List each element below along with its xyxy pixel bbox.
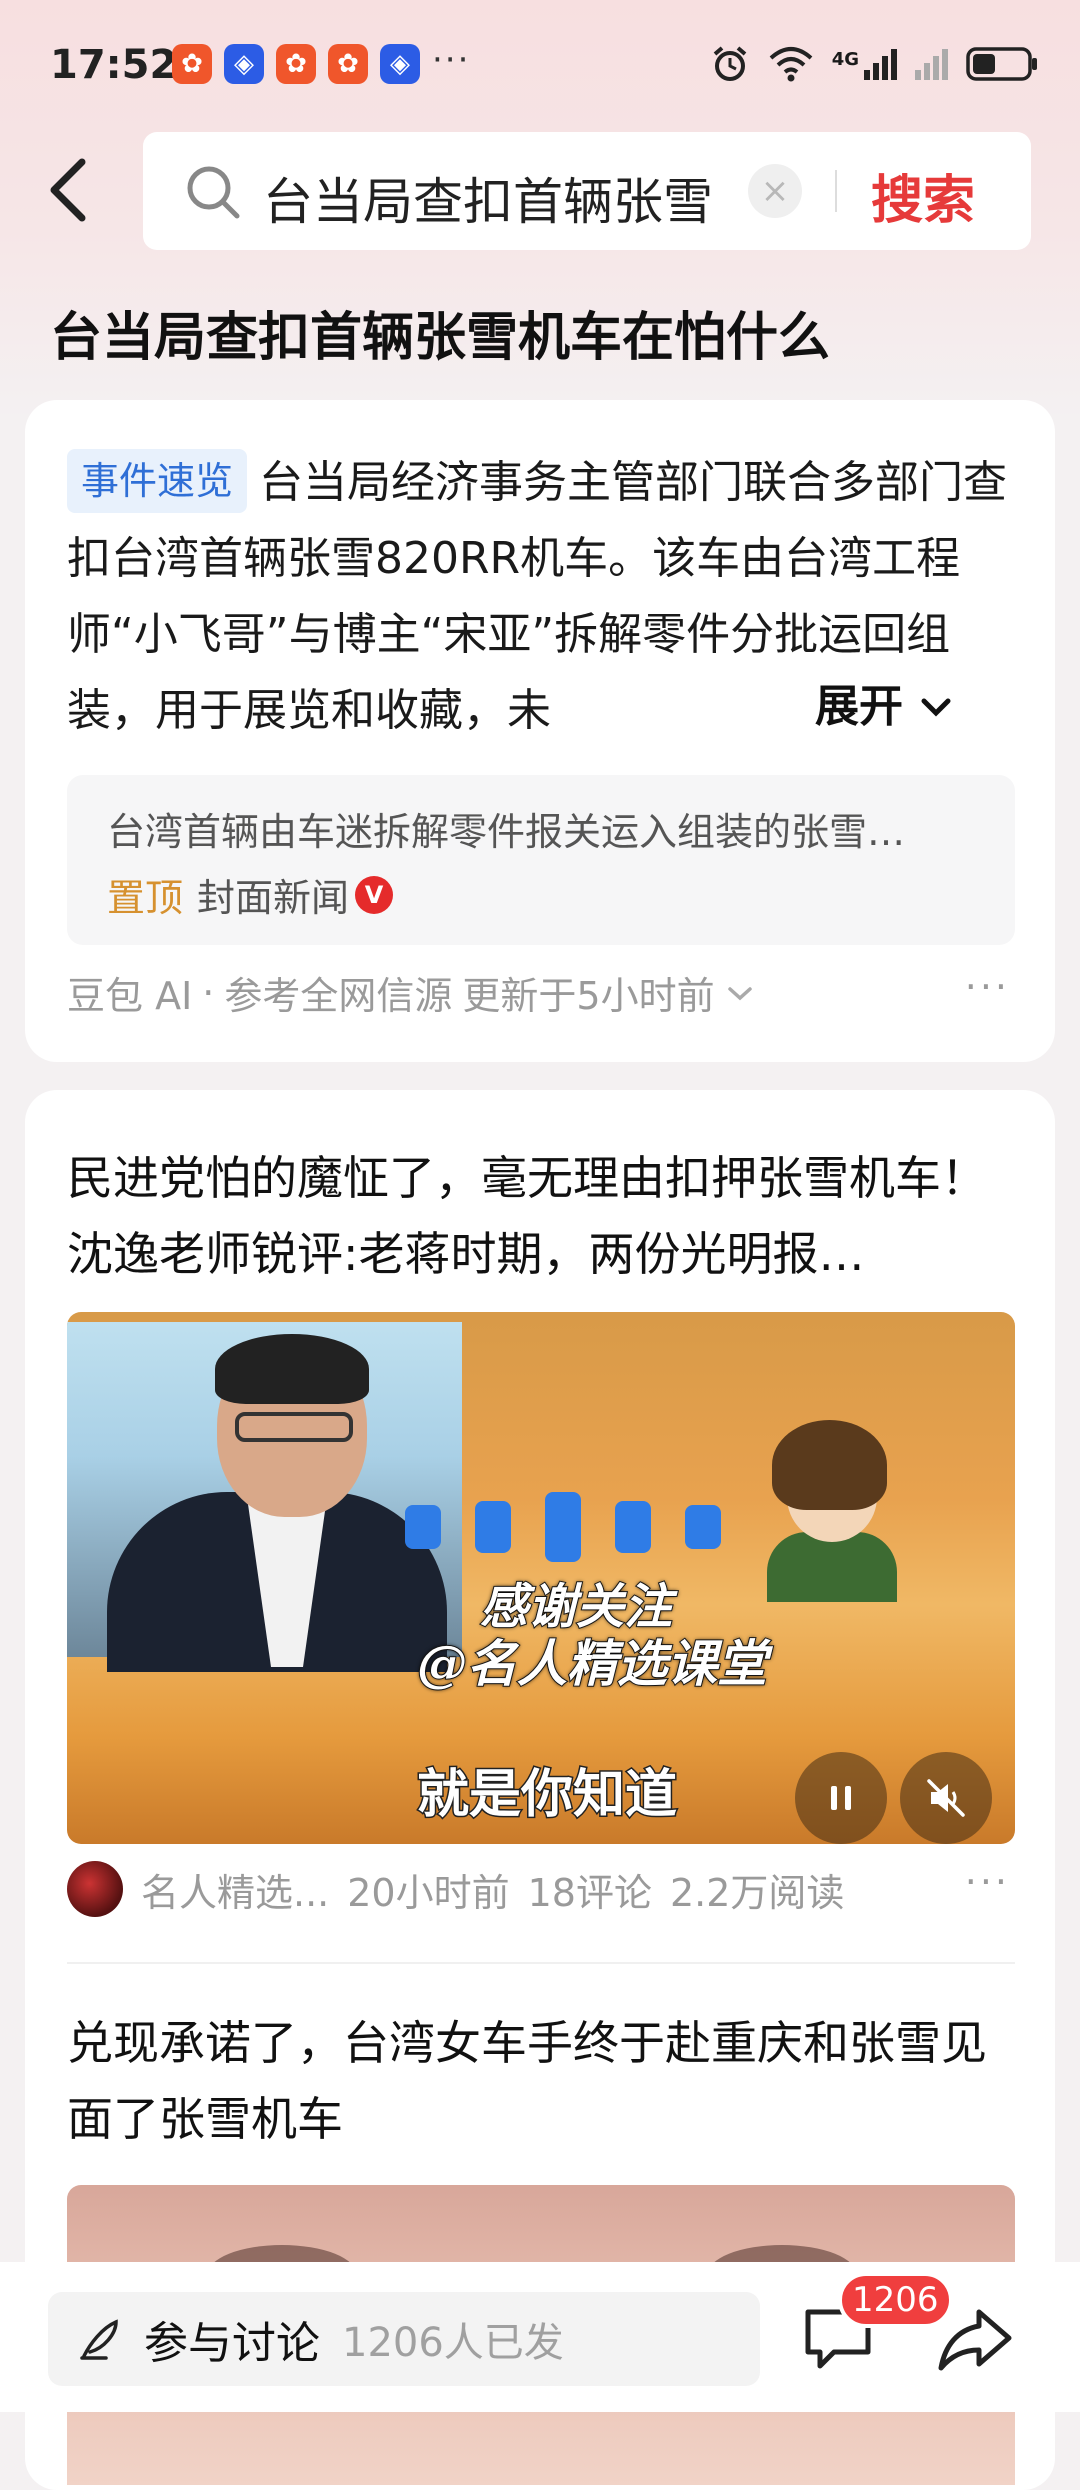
discuss-label: 参与讨论 bbox=[144, 2318, 320, 2369]
mute-button[interactable] bbox=[900, 1752, 992, 1844]
ai-summary-card[interactable]: 事件速览 台当局经济事务主管部门联合多部门查扣台湾首辆张雪820RR机车。该车由台… bbox=[25, 400, 1055, 1062]
article-meta: 名人精选... 20小时前 18评论 2.2万阅读 bbox=[67, 1858, 1015, 1920]
app-notification-icon: ✿ bbox=[276, 44, 316, 84]
back-arrow-icon bbox=[50, 158, 86, 222]
author-avatar[interactable] bbox=[67, 1861, 123, 1917]
network-type: 4G bbox=[831, 48, 859, 70]
cartoon-avatar bbox=[767, 1532, 897, 1602]
page-title: 台当局查扣首辆张雪机车在怕什么 bbox=[50, 308, 831, 368]
alarm-icon bbox=[713, 46, 746, 81]
separator-dot: · bbox=[202, 970, 215, 1015]
reference-source-box[interactable]: 台湾首辆由车迷拆解零件报关运入组装的张雪… 置顶 封面新闻 V bbox=[67, 775, 1015, 945]
chevron-down-icon bbox=[727, 986, 752, 1000]
author-name[interactable]: 名人精选... bbox=[141, 1862, 329, 1917]
wifi-icon bbox=[769, 47, 813, 82]
back-button[interactable] bbox=[40, 150, 100, 230]
system-icons: 4G bbox=[710, 44, 1040, 84]
expand-button[interactable]: 展开 bbox=[815, 670, 954, 734]
bottom-bar: 参与讨论 1206人已发 1206 bbox=[0, 2262, 1080, 2412]
signal-sim2-icon bbox=[915, 48, 948, 80]
video-player[interactable]: 感谢关注 @名人精选课堂 就是你知道 bbox=[67, 1312, 1015, 1844]
app-notification-icon: ✿ bbox=[328, 44, 368, 84]
app-notification-icon: ◈ bbox=[380, 44, 420, 84]
reference-meta: 置顶 封面新闻 V bbox=[107, 867, 394, 922]
signal-4g-icon: 4G bbox=[831, 48, 897, 80]
chevron-down-icon bbox=[921, 698, 951, 717]
notification-icons: ✿ ◈ ✿ ✿ ◈ bbox=[172, 44, 420, 84]
audio-waveform bbox=[405, 1492, 721, 1562]
status-time: 17:52 bbox=[50, 42, 178, 88]
more-options-icon[interactable]: ··· bbox=[965, 1860, 1010, 1904]
search-icon bbox=[187, 166, 240, 219]
pinned-label: 置顶 bbox=[107, 876, 184, 920]
divider bbox=[67, 1962, 1015, 1964]
video-subtitle: 就是你知道 bbox=[415, 1764, 678, 1827]
expand-label: 展开 bbox=[815, 681, 903, 732]
article-headline[interactable]: 兑现承诺了，台湾女车手终于赴重庆和张雪见面了张雪机车 bbox=[67, 2005, 1012, 2157]
search-button[interactable]: 搜索 bbox=[871, 158, 975, 233]
event-overview-tag: 事件速览 bbox=[67, 449, 248, 513]
muted-speaker-icon bbox=[927, 1779, 965, 1817]
pause-button[interactable] bbox=[795, 1752, 887, 1844]
discuss-count: 1206人已发 bbox=[342, 2320, 564, 2366]
article-headline[interactable]: 民进党怕的魔怔了，毫无理由扣押张雪机车！沈逸老师锐评:老蒋时期，两份光明报… bbox=[67, 1140, 1012, 1292]
ai-footer[interactable]: 豆包 AI · 参考全网信源 更新于5小时前 bbox=[67, 965, 755, 1020]
divider bbox=[835, 170, 837, 212]
comment-count: 18评论 bbox=[527, 1870, 652, 1915]
app-notification-icon: ◈ bbox=[224, 44, 264, 84]
pause-icon bbox=[831, 1786, 851, 1810]
pen-icon bbox=[80, 2319, 118, 2360]
ai-source-label: 豆包 AI bbox=[67, 974, 193, 1018]
status-bar: 17:52 ✿ ◈ ✿ ✿ ◈ ··· 4G bbox=[0, 0, 1080, 130]
app-notification-icon: ✿ bbox=[172, 44, 212, 84]
text-fade bbox=[715, 668, 825, 748]
search-bar[interactable]: 台当局查扣首辆张雪 × 搜索 bbox=[143, 132, 1031, 250]
verified-badge-icon: V bbox=[355, 875, 394, 914]
updated-time: 更新于5小时前 bbox=[462, 974, 715, 1018]
video-speaker-thumbnail bbox=[67, 1322, 462, 1672]
post-time: 20小时前 bbox=[347, 1870, 510, 1915]
more-options-icon[interactable]: ··· bbox=[965, 965, 1010, 1009]
reference-title[interactable]: 台湾首辆由车迷拆解零件报关运入组装的张雪… bbox=[107, 801, 987, 856]
reference-label: 参考全网信源 bbox=[224, 974, 453, 1018]
share-icon[interactable] bbox=[935, 2304, 1015, 2374]
more-notifications-icon: ··· bbox=[432, 40, 471, 80]
discussion-input[interactable]: 参与讨论 1206人已发 bbox=[48, 2292, 760, 2386]
clear-search-button[interactable]: × bbox=[748, 164, 802, 218]
battery-icon bbox=[966, 47, 1037, 81]
read-count: 2.2万阅读 bbox=[669, 1870, 845, 1915]
video-overlay-handle: @名人精选课堂 bbox=[416, 1633, 768, 1694]
reference-source: 封面新闻 bbox=[197, 876, 350, 920]
